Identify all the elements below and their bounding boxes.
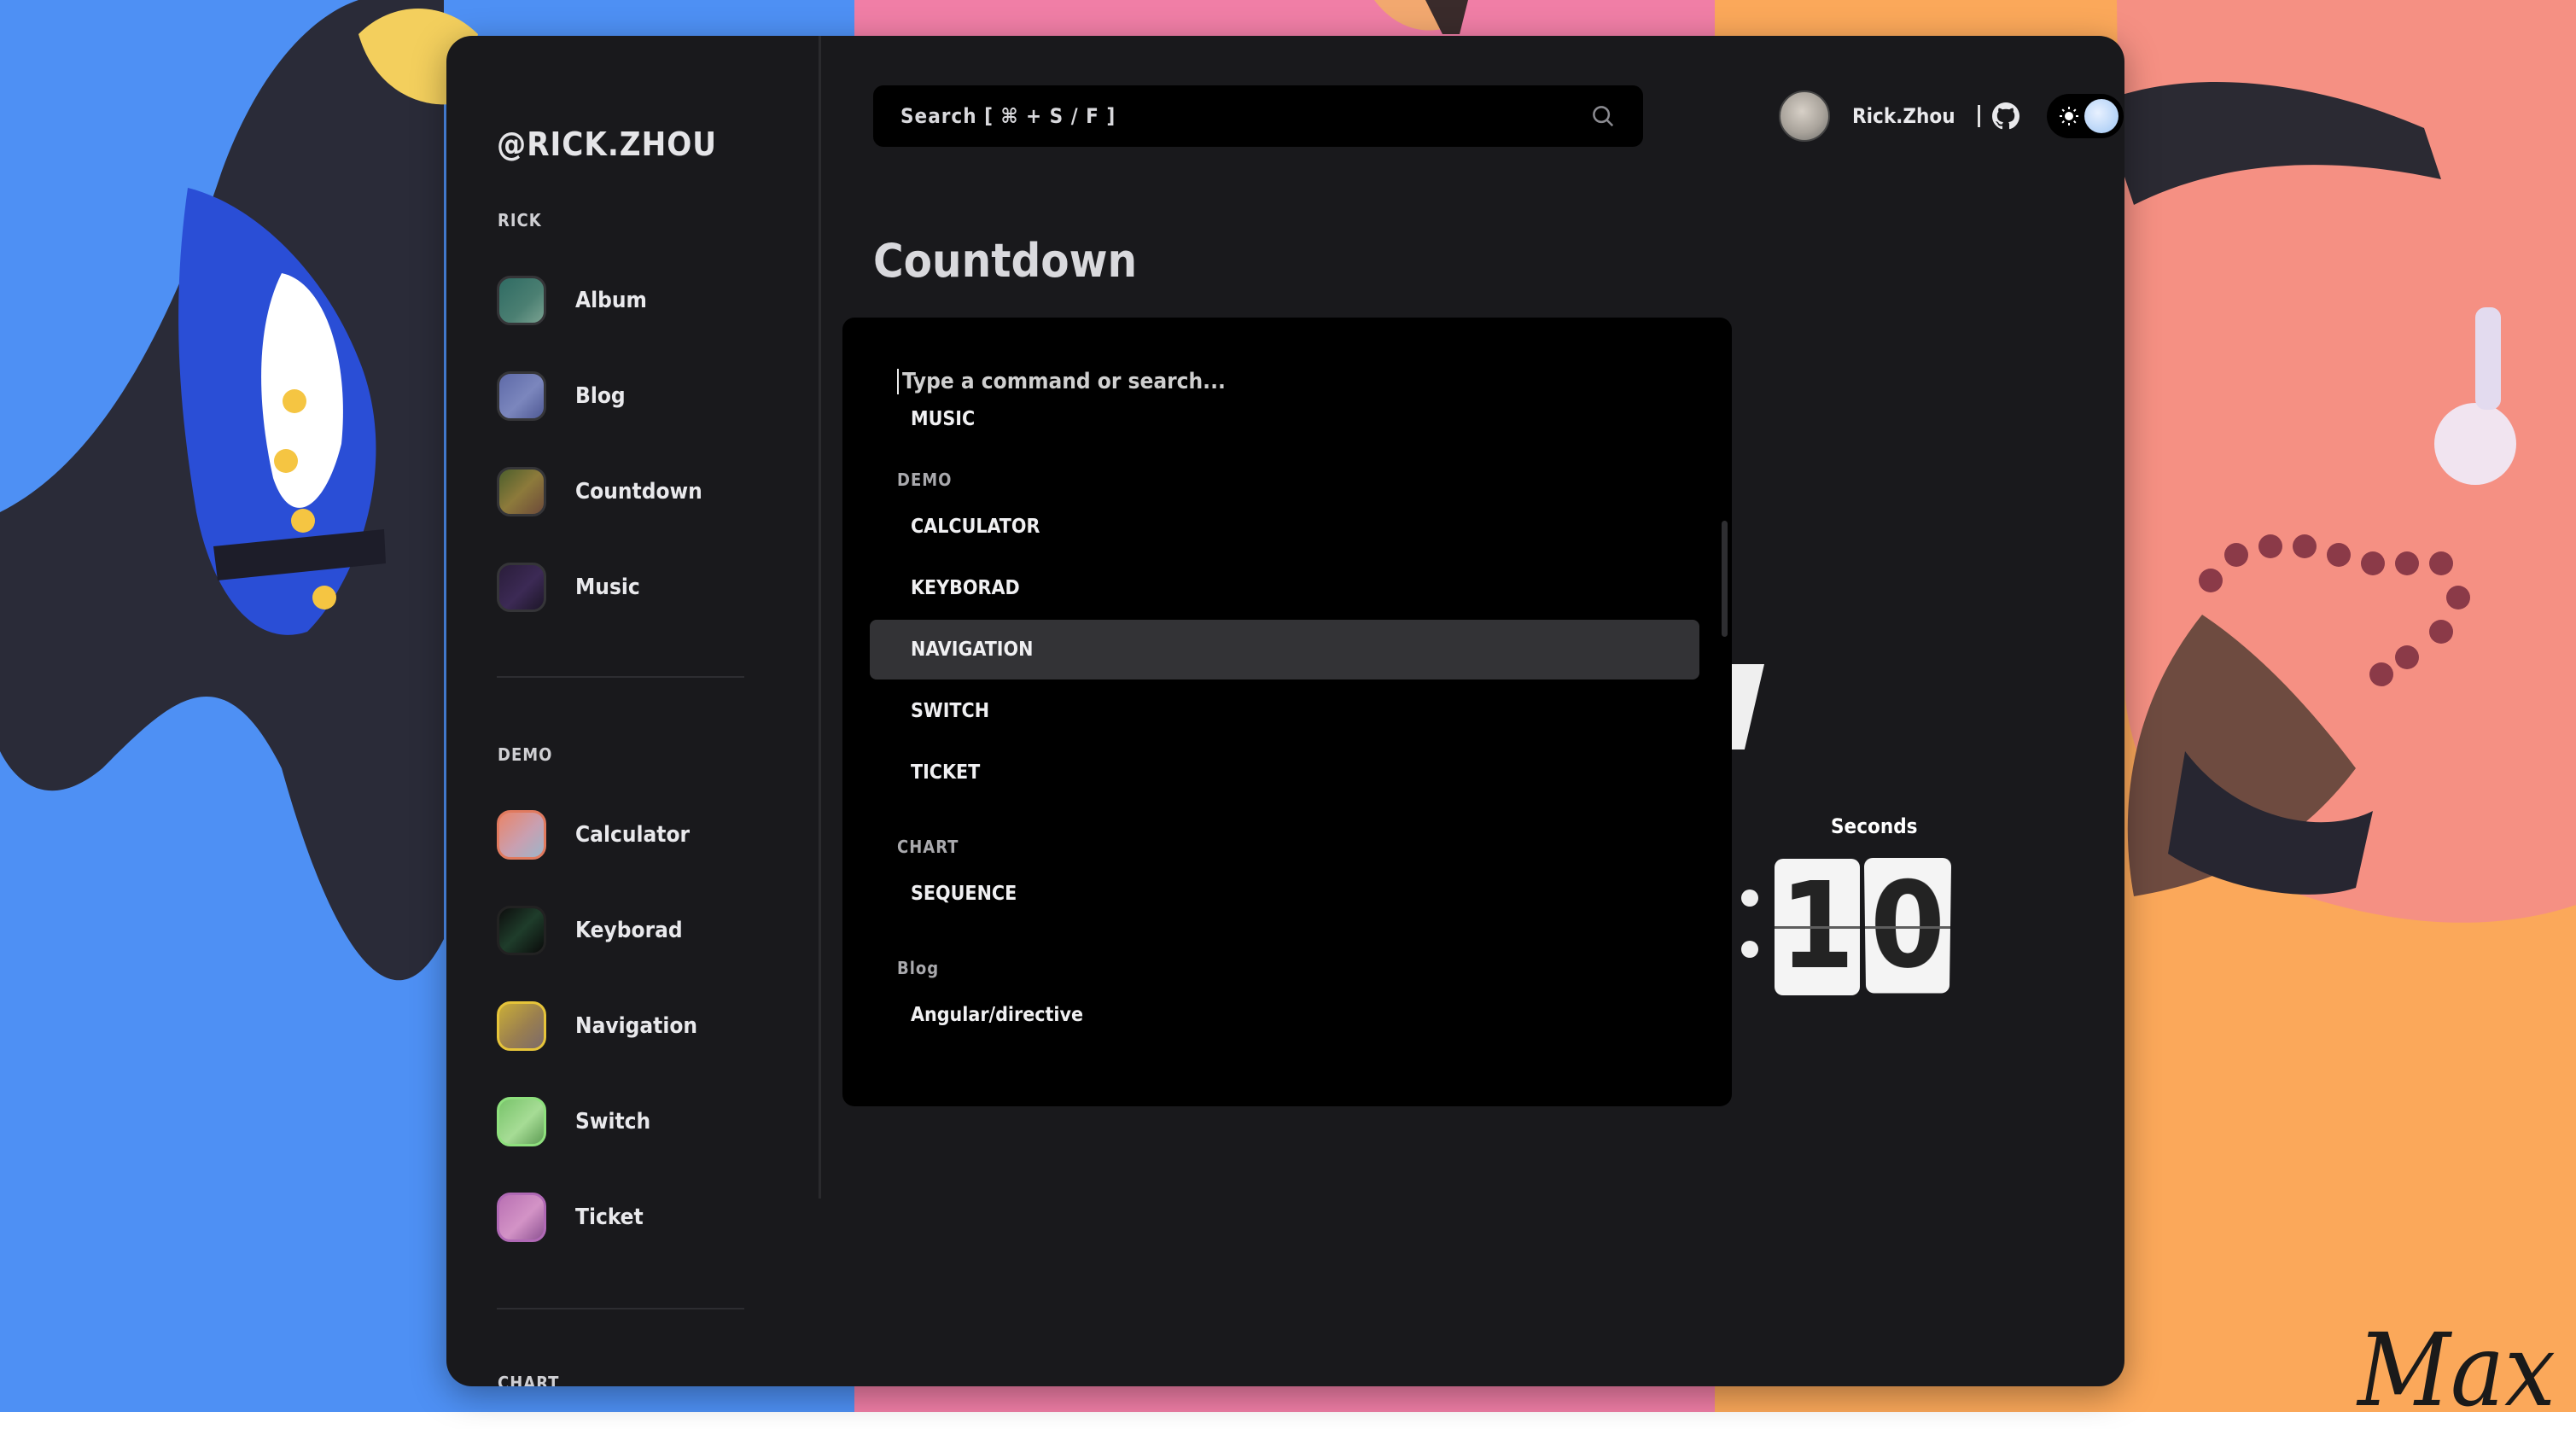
sidebar-item-label: Ticket (575, 1204, 644, 1230)
command-item-calculator[interactable]: CALCULATOR (870, 497, 1699, 557)
countdown-seconds-label: Seconds (1831, 814, 1918, 838)
sidebar-divider (497, 676, 744, 678)
ticket-thumbnail (497, 1193, 546, 1242)
sidebar-item-countdown[interactable]: Countdown (497, 464, 702, 519)
user-area: Rick.Zhou (1779, 89, 2124, 143)
sidebar-item-label: Album (575, 288, 647, 313)
blog-thumbnail (497, 371, 546, 421)
search-icon (1590, 103, 1616, 129)
sidebar-item-music[interactable]: Music (497, 560, 640, 615)
sidebar-item-label: Countdown (575, 479, 702, 505)
sidebar-item-label: Music (575, 575, 640, 600)
countdown-thumbnail (497, 467, 546, 516)
header-separator (1977, 105, 1980, 127)
sidebar-item-blog[interactable]: Blog (497, 369, 626, 423)
countdown-digit-tens: 1 (1775, 859, 1860, 995)
sidebar-item-switch[interactable]: Switch (497, 1094, 650, 1149)
sidebar-item-album[interactable]: Album (497, 273, 647, 328)
command-item-switch[interactable]: SWITCH (870, 681, 1699, 741)
album-thumbnail (497, 276, 546, 325)
calculator-thumbnail (497, 810, 546, 860)
sidebar-item-navigation[interactable]: Navigation (497, 999, 697, 1053)
sidebar-item-label: Blog (575, 383, 626, 409)
command-item-sequence[interactable]: SEQUENCE (870, 864, 1699, 924)
page-title: Countdown (873, 234, 1138, 288)
countdown-digit-ones: 0 (1863, 857, 1952, 994)
sidebar-item-label: Calculator (575, 822, 691, 848)
command-palette-input[interactable]: Type a command or search... (897, 369, 1670, 394)
command-group-chart: CHART (897, 837, 959, 857)
colon-dot (1741, 889, 1758, 907)
sidebar-item-ticket[interactable]: Ticket (497, 1190, 644, 1245)
command-item-music[interactable]: MUSIC (870, 398, 1699, 440)
navigation-thumbnail (497, 1001, 546, 1051)
signature: Max (2357, 1311, 2556, 1429)
sidebar-item-keyboard[interactable]: Keyborad (497, 903, 683, 958)
user-name[interactable]: Rick.Zhou (1852, 104, 1955, 128)
search-bar-label: Search [ ⌘ + S / F ] (900, 104, 1116, 128)
sidebar-item-label: Keyborad (575, 918, 683, 943)
theme-toggle-knob (2084, 99, 2118, 133)
command-palette-scrollbar[interactable] (1722, 521, 1728, 637)
colon-dot (1741, 941, 1758, 958)
section-label-chart: CHART (498, 1373, 560, 1386)
countdown-colon (1741, 889, 1758, 992)
command-item-navigation[interactable]: NAVIGATION (870, 620, 1699, 680)
music-thumbnail (497, 563, 546, 612)
command-item-keyboard[interactable]: KEYBORAD (870, 558, 1699, 618)
command-group-blog: Blog (897, 958, 940, 978)
app-window: @RICK.ZHOU RICK Album Blog Countdown Mus… (446, 36, 2124, 1386)
search-bar[interactable]: Search [ ⌘ + S / F ] (873, 85, 1643, 147)
countdown-flip-card-partial (1728, 664, 1764, 749)
theme-toggle[interactable] (2046, 94, 2124, 138)
section-label-rick: RICK (498, 210, 542, 230)
github-icon[interactable] (1991, 102, 2019, 130)
sidebar: @RICK.ZHOU RICK Album Blog Countdown Mus… (446, 36, 819, 1386)
command-palette: Type a command or search... MUSIC DEMO C… (842, 318, 1732, 1106)
sidebar-divider (497, 1308, 744, 1309)
section-label-demo: DEMO (498, 744, 553, 765)
switch-thumbnail (497, 1097, 546, 1146)
sun-icon (2059, 106, 2079, 130)
sidebar-item-label: Navigation (575, 1013, 698, 1039)
command-group-demo: DEMO (897, 470, 953, 490)
site-logo[interactable]: @RICK.ZHOU (497, 125, 717, 163)
avatar[interactable] (1779, 90, 1830, 142)
sidebar-item-label: Switch (575, 1109, 651, 1134)
sidebar-border (819, 36, 821, 1199)
sidebar-item-calculator[interactable]: Calculator (497, 808, 690, 862)
command-item-angular-directive[interactable]: Angular/directive (870, 985, 1699, 1045)
command-item-ticket[interactable]: TICKET (870, 743, 1699, 802)
command-palette-list: MUSIC DEMO CALCULATOR KEYBORAD NAVIGATIO… (842, 408, 1732, 1103)
keyboard-thumbnail (497, 906, 546, 955)
